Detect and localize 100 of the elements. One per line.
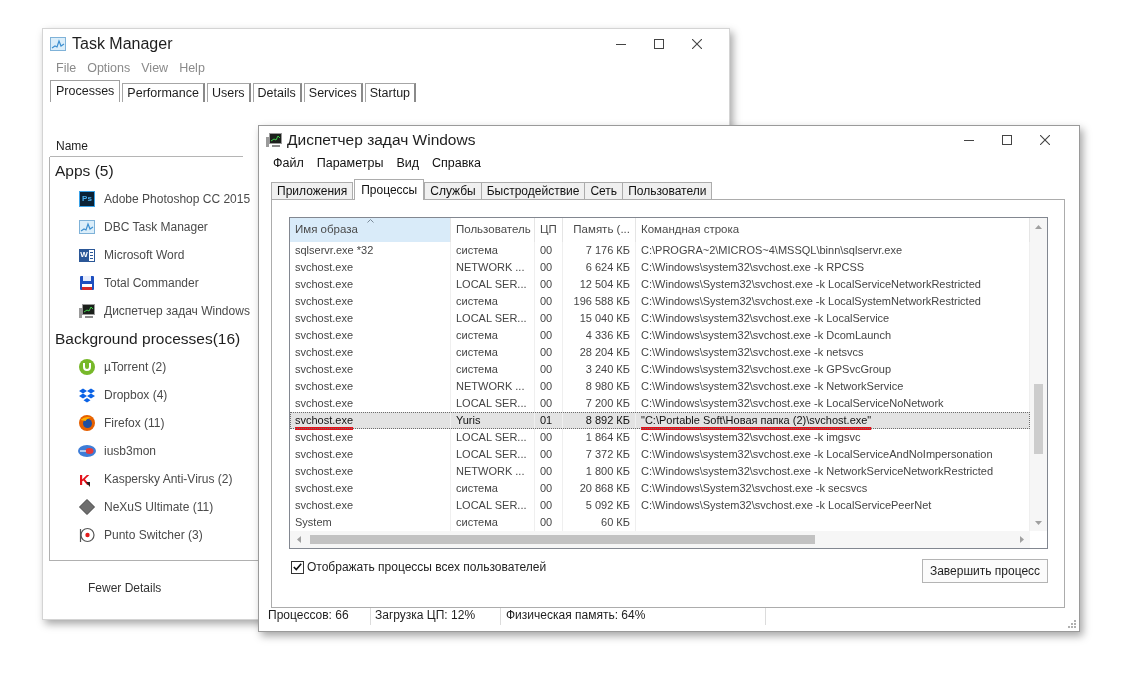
process-list-item[interactable]: Dropbox (4) xyxy=(104,386,168,404)
window-title: Task Manager xyxy=(72,34,173,54)
scroll-right-icon[interactable] xyxy=(1019,536,1024,543)
table-cell: sqlservr.exe *32 xyxy=(290,242,451,259)
table-cell: svchost.exe xyxy=(290,446,451,463)
table-cell: 00 xyxy=(535,463,563,480)
process-list-item[interactable]: µTorrent (2) xyxy=(104,358,167,376)
table-cell: 7 372 КБ xyxy=(563,446,636,463)
menu-item[interactable]: Параметры xyxy=(316,153,384,173)
process-list-item[interactable]: NeXuS Ultimate (11) xyxy=(104,498,214,516)
tab[interactable]: Performance xyxy=(122,83,205,102)
table-cell: 00 xyxy=(535,276,563,293)
table-cell: NETWORK ... xyxy=(451,378,535,395)
table-cell: 00 xyxy=(535,327,563,344)
scroll-left-icon[interactable] xyxy=(296,536,301,543)
table-cell: 15 040 КБ xyxy=(563,310,636,327)
tab[interactable]: Сеть xyxy=(584,182,624,199)
table-cell: svchost.exe xyxy=(290,429,451,446)
table-cell: 00 xyxy=(535,480,563,497)
tab[interactable]: Пользователи xyxy=(622,182,713,199)
table-cell: svchost.exe xyxy=(290,412,451,429)
process-list-item[interactable]: Adobe Photoshop CC 2015 xyxy=(104,190,251,208)
table-cell: 00 xyxy=(535,378,563,395)
process-list-item[interactable]: DBC Task Manager xyxy=(104,218,208,236)
table-cell: 4 336 КБ xyxy=(563,327,636,344)
fewer-details-button[interactable]: Fewer Details xyxy=(88,582,162,594)
table-cell: 00 xyxy=(535,344,563,361)
tab[interactable]: Details xyxy=(252,83,302,102)
table-cell: svchost.exe xyxy=(290,293,451,310)
checkbox-label[interactable]: Отображать процессы всех пользователей xyxy=(307,558,547,576)
status-text: Загрузка ЦП: 12% xyxy=(375,608,477,623)
close-icon xyxy=(692,39,702,49)
table-cell: LOCAL SER... xyxy=(451,429,535,446)
menu-item[interactable]: Вид xyxy=(396,153,419,173)
tab[interactable]: Services xyxy=(303,83,363,102)
letter-tile-icon: Ps xyxy=(79,191,95,207)
menu-item[interactable]: Options xyxy=(87,58,131,78)
tab[interactable]: Startup xyxy=(364,83,417,102)
tab[interactable]: Службы xyxy=(424,182,482,199)
table-cell: 00 xyxy=(535,361,563,378)
scroll-down-icon[interactable] xyxy=(1035,520,1042,525)
tab[interactable]: Приложения xyxy=(271,182,354,199)
minimize-icon xyxy=(616,43,626,45)
resize-grip-icon[interactable] xyxy=(1067,619,1076,628)
tab[interactable]: Users xyxy=(206,83,251,102)
process-list-item[interactable]: Total Commander xyxy=(104,274,199,292)
table-cell: LOCAL SER... xyxy=(451,446,535,463)
window-title: Диспетчер задач Windows xyxy=(287,130,476,151)
maximize-icon xyxy=(654,39,664,49)
table-cell: Yuris xyxy=(451,412,535,429)
vertical-scrollbar[interactable] xyxy=(1030,218,1047,531)
process-list-item[interactable]: Kaspersky Anti-Virus (2) xyxy=(104,470,233,488)
table-row[interactable]: svchost.exe Yuris 01 8 892 КБ "C:\Portable Soft\Новая папка (2)\svchost.exe" xyxy=(290,412,1030,429)
scroll-up-icon[interactable] xyxy=(1035,224,1042,229)
table-cell: 196 588 КБ xyxy=(563,293,636,310)
group-heading: Apps (5) xyxy=(55,161,114,182)
table-cell: 20 868 КБ xyxy=(563,480,636,497)
table-cell: svchost.exe xyxy=(290,344,451,361)
column-header[interactable]: Name xyxy=(56,137,88,155)
table-cell: svchost.exe xyxy=(290,276,451,293)
tab[interactable]: Processes xyxy=(50,80,121,102)
chart-window-icon xyxy=(79,220,95,234)
table-cell: 00 xyxy=(535,242,563,259)
table-cell: 00 xyxy=(535,310,563,327)
four-diamonds-icon xyxy=(79,387,95,403)
table-cell: система xyxy=(451,293,535,310)
table-cell: 00 xyxy=(535,259,563,276)
table-cell: система xyxy=(451,242,535,259)
process-list-item[interactable]: iusb3mon xyxy=(104,442,157,460)
menu-item[interactable]: Help xyxy=(179,58,205,78)
table-cell: svchost.exe xyxy=(290,463,451,480)
table-cell: 8 892 КБ xyxy=(563,412,636,429)
horizontal-scrollbar[interactable] xyxy=(290,531,1030,548)
scrollbar-thumb[interactable] xyxy=(310,535,815,544)
table-cell: система xyxy=(451,361,535,378)
column-header[interactable]: Имя образа xyxy=(290,218,451,242)
tab[interactable]: Процессы xyxy=(354,179,425,200)
table-cell: 6 624 КБ xyxy=(563,259,636,276)
process-list-item[interactable]: Microsoft Word xyxy=(104,246,185,264)
table-cell: svchost.exe xyxy=(290,310,451,327)
table-cell: 1 864 КБ xyxy=(563,429,636,446)
menu-item[interactable]: Файл xyxy=(273,153,304,173)
table-cell: LOCAL SER... xyxy=(451,276,535,293)
target-icon xyxy=(79,527,95,543)
diamond-icon xyxy=(79,499,95,515)
table-cell: 1 800 КБ xyxy=(563,463,636,480)
table-cell: 7 176 КБ xyxy=(563,242,636,259)
menu-item[interactable]: Справка xyxy=(432,153,482,173)
scrollbar-thumb[interactable] xyxy=(1034,384,1043,454)
table-cell: система xyxy=(451,480,535,497)
tab[interactable]: Быстродействие xyxy=(480,182,586,199)
menu-item[interactable]: View xyxy=(141,58,169,78)
end-process-button[interactable]: Завершить процесс xyxy=(922,559,1048,583)
table-cell: svchost.exe xyxy=(290,327,451,344)
table-cell: 00 xyxy=(535,446,563,463)
process-list-item[interactable]: Punto Switcher (3) xyxy=(104,526,203,544)
checkbox[interactable] xyxy=(291,560,304,574)
status-text: Физическая память: 64% xyxy=(506,608,647,623)
process-list-item[interactable]: Firefox (11) xyxy=(104,414,165,432)
process-list-item[interactable]: Диспетчер задач Windows xyxy=(104,302,250,320)
